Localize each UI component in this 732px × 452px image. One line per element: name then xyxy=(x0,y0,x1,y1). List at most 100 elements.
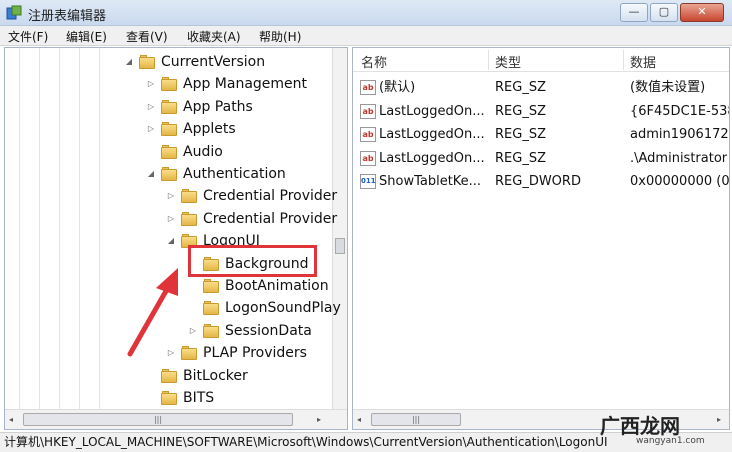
highlight-box xyxy=(188,245,317,277)
value-type: REG_SZ xyxy=(495,103,546,119)
watermark-url: wangyan1.com xyxy=(636,436,705,446)
folder-icon xyxy=(203,323,219,338)
tree-node-label: App Paths xyxy=(183,98,253,115)
reg-string-value-icon: ab xyxy=(360,150,376,166)
column-header-data[interactable]: 数据 xyxy=(630,52,656,71)
registry-tree[interactable]: ◂ ||| ▸ ◢ CurrentVersion ▷ App Management ▷ A… xyxy=(4,47,348,430)
reg-binary-value-icon: 011 xyxy=(360,174,376,189)
value-name: LastLoggedOn... xyxy=(379,103,485,119)
expand-arrow-icon[interactable]: ▷ xyxy=(165,208,177,230)
tree-guide-line xyxy=(39,48,40,410)
scroll-left-icon[interactable]: ◂ xyxy=(357,415,361,424)
menu-favorites[interactable]: 收藏夹(A) xyxy=(187,28,241,45)
expand-arrow-icon[interactable] xyxy=(145,365,157,387)
maximize-button[interactable]: ▢ xyxy=(650,3,678,22)
list-horizontal-scroll-thumb[interactable]: ||| xyxy=(371,413,461,426)
expand-arrow-icon[interactable]: ▷ xyxy=(165,185,177,207)
registry-values-list[interactable]: 名称 类型 数据 ◂ ||| ▸ ab (默认) REG_SZ (数值未设置) ab La… xyxy=(352,47,730,430)
list-header: 名称 类型 数据 xyxy=(353,48,729,72)
collapse-arrow-icon[interactable]: ◢ xyxy=(165,230,177,252)
collapse-arrow-icon[interactable]: ◢ xyxy=(123,51,135,73)
tree-guide-line xyxy=(79,48,80,410)
maximize-icon: ▢ xyxy=(658,5,670,18)
list-item[interactable]: ab LastLoggedOn... REG_SZ .\Administrator xyxy=(353,147,729,170)
value-name: LastLoggedOn... xyxy=(379,150,485,166)
regedit-app-icon xyxy=(6,5,22,20)
reg-string-value-icon: ab xyxy=(360,103,376,119)
reg-string-value-icon: ab xyxy=(360,80,376,95)
tree-node-label: Applets xyxy=(183,121,236,138)
tree-guide-line xyxy=(19,48,20,410)
tree-node-label: Credential Provider xyxy=(203,188,338,205)
folder-icon xyxy=(139,55,155,69)
column-divider xyxy=(623,50,624,70)
close-icon: ✕ xyxy=(697,5,707,18)
tree-node-label: SessionData xyxy=(225,322,312,339)
value-data: {6F45DC1E-538 xyxy=(630,103,730,119)
tree-node-label: BITS xyxy=(183,390,215,406)
minimize-button[interactable]: — xyxy=(620,3,648,22)
tree-node-label: App Management xyxy=(183,76,308,93)
folder-icon xyxy=(161,167,177,181)
value-data: 0x00000000 (0) xyxy=(630,174,730,189)
menu-view[interactable]: 查看(V) xyxy=(126,28,168,45)
list-item[interactable]: ab LastLoggedOn... REG_SZ {6F45DC1E-538 xyxy=(353,100,730,123)
window-title: 注册表编辑器 xyxy=(28,9,107,24)
value-name: LastLoggedOn... xyxy=(379,127,485,142)
column-divider xyxy=(488,50,489,70)
list-item[interactable]: ab (默认) REG_SZ (数值未设置) xyxy=(353,76,729,99)
folder-icon xyxy=(161,368,177,383)
expand-arrow-icon[interactable]: ▷ xyxy=(145,73,157,95)
value-type: REG_SZ xyxy=(495,127,546,142)
folder-icon xyxy=(161,99,177,114)
expand-arrow-icon[interactable] xyxy=(145,141,157,163)
tree-vertical-scroll-thumb[interactable] xyxy=(335,238,345,254)
minimize-icon: — xyxy=(628,5,640,18)
menu-help[interactable]: 帮助(H) xyxy=(259,28,301,45)
value-name: ShowTabletKe... xyxy=(379,174,482,189)
tree-node-label: Audio xyxy=(183,143,223,160)
tree-guide-line xyxy=(59,48,60,410)
column-header-name[interactable]: 名称 xyxy=(361,52,387,71)
reg-string-value-icon: ab xyxy=(360,127,376,142)
menu-file[interactable]: 文件(F) xyxy=(8,28,48,45)
value-data: admin19061721 xyxy=(630,127,730,142)
value-type: REG_SZ xyxy=(495,80,546,95)
folder-icon xyxy=(203,279,219,293)
tree-node-label: PLAP Providers xyxy=(203,345,307,362)
watermark-text: 广西龙网 xyxy=(600,414,680,438)
column-header-type[interactable]: 类型 xyxy=(495,52,521,71)
tree-node-label: Authentication xyxy=(183,166,286,182)
collapse-arrow-icon[interactable]: ◢ xyxy=(145,163,157,185)
expand-arrow-icon[interactable] xyxy=(145,387,157,409)
list-item[interactable]: ab LastLoggedOn... REG_SZ admin19061721 xyxy=(353,123,730,146)
folder-icon xyxy=(161,391,177,405)
title-bar: 注册表编辑器 — ▢ ✕ xyxy=(0,0,732,26)
tree-horizontal-scrollbar[interactable]: ◂ ||| ▸ xyxy=(5,409,347,429)
value-type: REG_SZ xyxy=(495,150,546,166)
close-button[interactable]: ✕ xyxy=(680,3,724,22)
scroll-right-icon[interactable]: ▸ xyxy=(317,415,321,424)
value-name: (默认) xyxy=(379,80,416,95)
folder-icon xyxy=(161,122,177,137)
tree-node-label: BootAnimation xyxy=(225,278,329,294)
folder-icon xyxy=(203,301,219,316)
folder-icon xyxy=(181,211,197,226)
menu-bar: 文件(F) 编辑(E) 查看(V) 收藏夹(A) 帮助(H) xyxy=(0,26,732,46)
value-type: REG_DWORD xyxy=(495,174,581,189)
menu-edit[interactable]: 编辑(E) xyxy=(66,28,107,45)
value-data: (数值未设置) xyxy=(630,80,706,95)
scroll-left-icon[interactable]: ◂ xyxy=(9,415,13,424)
tree-node-label: LogonSoundPlay xyxy=(225,300,341,317)
expand-arrow-icon[interactable]: ▷ xyxy=(145,118,157,140)
folder-icon xyxy=(181,189,197,204)
red-arrow-icon xyxy=(127,268,178,357)
list-item[interactable]: 011 ShowTabletKe... REG_DWORD 0x00000000 (0… xyxy=(353,170,730,193)
tree-horizontal-scroll-thumb[interactable]: ||| xyxy=(23,413,293,426)
tree-node-label: BitLocker xyxy=(183,367,248,384)
folder-icon xyxy=(161,144,177,159)
watermark: 广西龙网 wangyan1.com xyxy=(600,410,730,450)
value-data: .\Administrator xyxy=(630,150,728,166)
folder-icon xyxy=(161,77,177,92)
expand-arrow-icon[interactable]: ▷ xyxy=(145,96,157,118)
